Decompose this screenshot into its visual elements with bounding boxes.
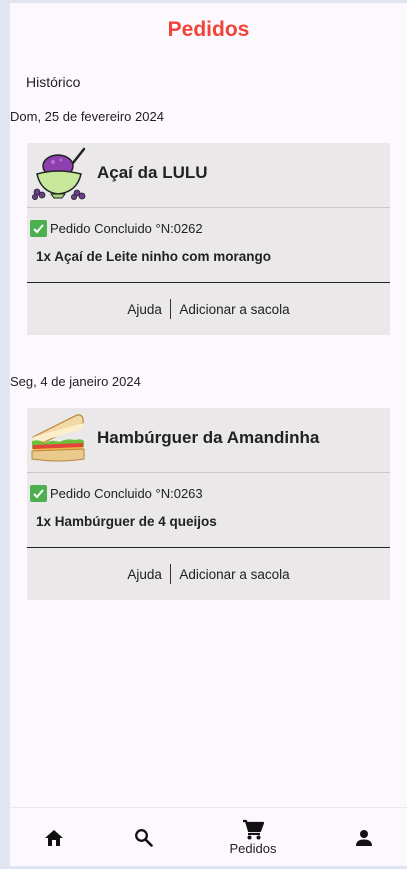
status-text: Pedido Concluido °N:0263 xyxy=(50,485,203,501)
order-status: Pedido Concluido °N:0262 xyxy=(30,219,203,237)
nav-orders-label: Pedidos xyxy=(229,841,277,856)
order-status: Pedido Concluido °N:0263 xyxy=(30,484,203,502)
help-button[interactable]: Ajuda xyxy=(127,302,162,317)
add-to-bag-button[interactable]: Adicionar a sacola xyxy=(179,302,289,317)
nav-profile[interactable] xyxy=(344,808,384,866)
history-label: Histórico xyxy=(26,74,81,90)
check-icon xyxy=(30,484,47,502)
card-actions: Ajuda Adicionar a sacola xyxy=(27,283,390,335)
nav-home[interactable] xyxy=(34,808,74,866)
nav-search[interactable] xyxy=(123,808,163,866)
order-item: 1x Açaí de Leite ninho com morango xyxy=(36,249,272,264)
cart-icon xyxy=(243,819,264,840)
app-screen: Pedidos Histórico Dom, 25 de fevereiro 2… xyxy=(10,3,407,866)
store-header[interactable]: Hambúrguer da Amandinha xyxy=(27,408,390,473)
order-item: 1x Hambúrguer de 4 queijos xyxy=(36,514,217,529)
search-icon xyxy=(134,829,153,847)
help-button[interactable]: Ajuda xyxy=(127,567,162,582)
action-separator xyxy=(169,564,172,584)
check-icon xyxy=(30,219,47,237)
status-text: Pedido Concluido °N:0262 xyxy=(50,220,203,236)
page-title: Pedidos xyxy=(167,18,250,41)
order-card[interactable]: Açaí da LULU Pedido Concluido °N:0262 1x… xyxy=(27,143,390,335)
nav-orders[interactable]: Pedidos xyxy=(218,808,288,866)
order-date: Dom, 25 de fevereiro 2024 xyxy=(10,109,164,124)
person-icon xyxy=(356,829,372,846)
acai-bowl-icon xyxy=(29,146,87,201)
store-name: Açaí da LULU xyxy=(97,163,208,182)
bottom-nav: Pedidos xyxy=(10,807,407,866)
store-header[interactable]: Açaí da LULU xyxy=(27,143,390,208)
store-name: Hambúrguer da Amandinha xyxy=(97,428,320,447)
order-date: Seg, 4 de janeiro 2024 xyxy=(10,374,141,389)
home-icon xyxy=(45,829,63,846)
sandwich-icon xyxy=(29,411,87,466)
order-card[interactable]: Hambúrguer da Amandinha Pedido Concluido… xyxy=(27,408,390,600)
add-to-bag-button[interactable]: Adicionar a sacola xyxy=(179,567,289,582)
card-actions: Ajuda Adicionar a sacola xyxy=(27,548,390,600)
action-separator xyxy=(169,299,172,319)
